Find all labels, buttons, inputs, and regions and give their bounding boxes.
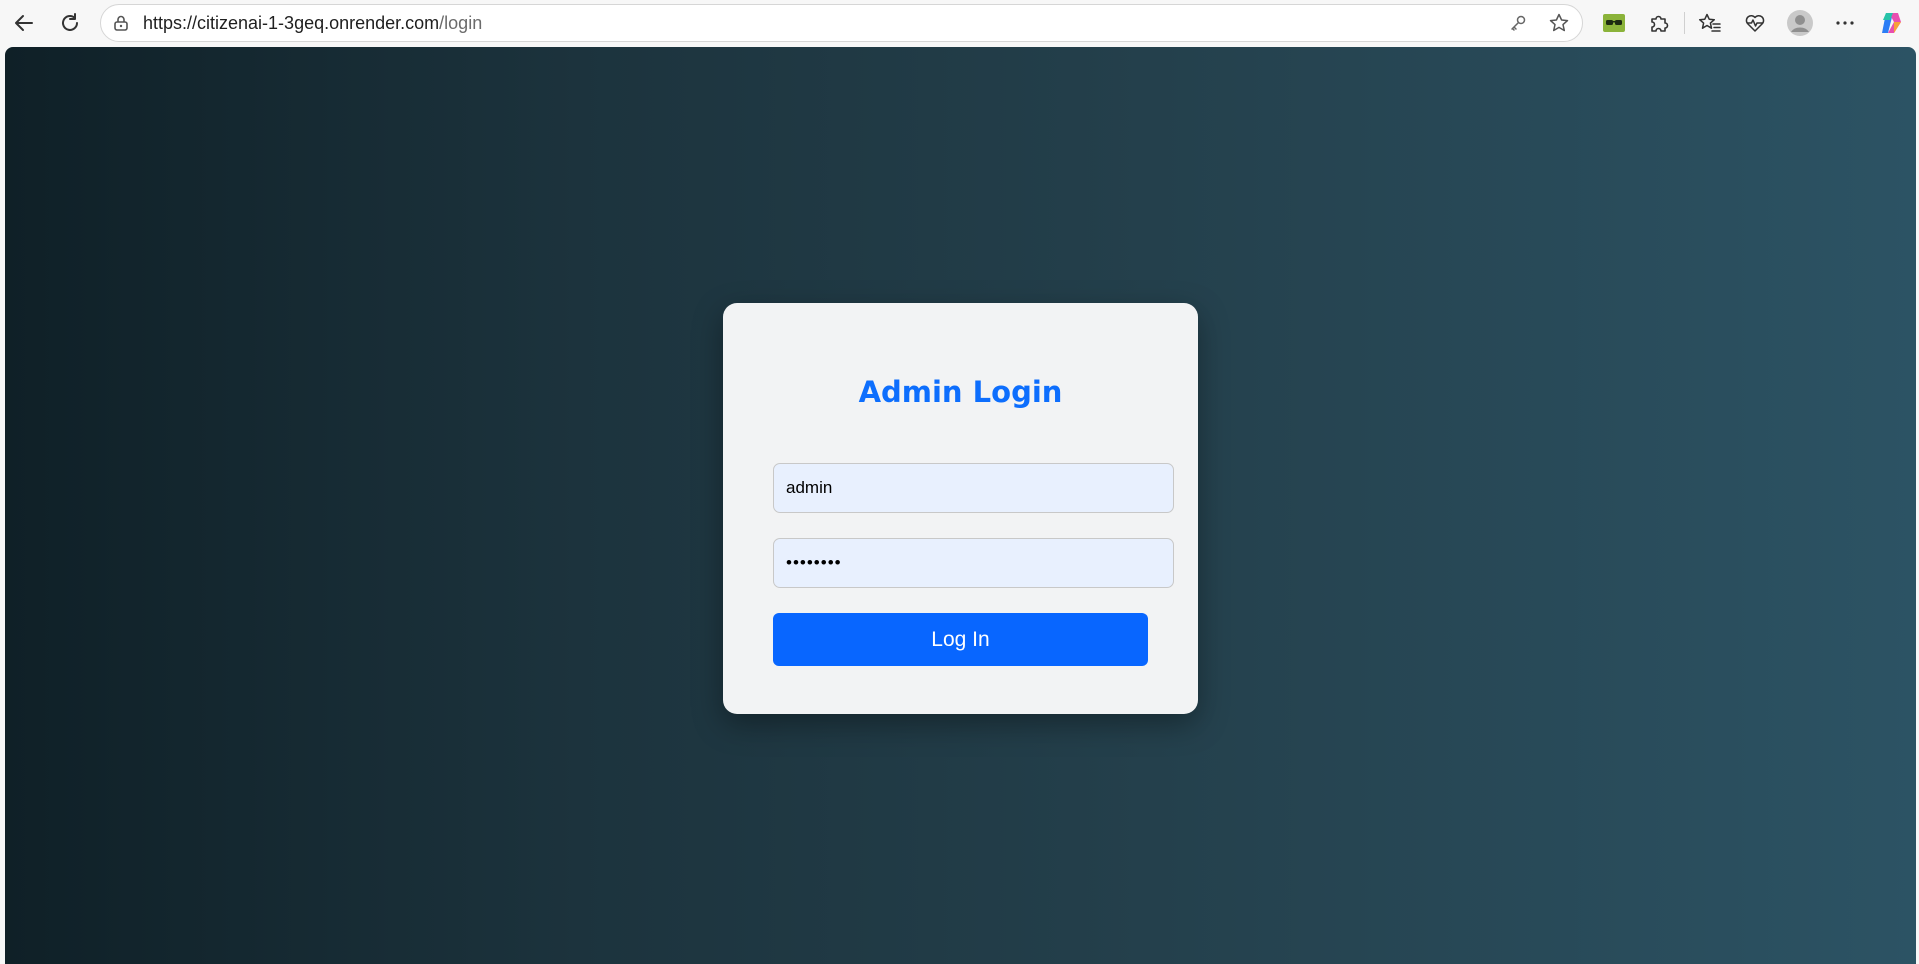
back-button[interactable] bbox=[7, 6, 41, 40]
profile-avatar-icon[interactable] bbox=[1783, 6, 1817, 40]
more-options-icon[interactable] bbox=[1828, 6, 1862, 40]
star-icon[interactable] bbox=[1548, 12, 1570, 34]
back-arrow-icon bbox=[15, 15, 33, 31]
url-path: /login bbox=[439, 13, 483, 33]
login-title: Admin Login bbox=[858, 375, 1063, 409]
browser-toolbar: https://citizenai-1-3geq.onrender.com/lo… bbox=[0, 0, 1919, 46]
browser-essentials-icon[interactable] bbox=[1738, 6, 1772, 40]
login-button[interactable]: Log In bbox=[773, 613, 1148, 666]
toolbar-separator bbox=[1684, 12, 1685, 34]
password-key-icon[interactable] bbox=[1507, 12, 1529, 34]
page-viewport: Admin Login Log In bbox=[5, 47, 1916, 964]
address-bar[interactable]: https://citizenai-1-3geq.onrender.com/lo… bbox=[100, 4, 1583, 42]
favorites-icon[interactable] bbox=[1693, 6, 1727, 40]
username-input[interactable] bbox=[773, 463, 1174, 513]
reload-icon bbox=[62, 13, 78, 31]
url-text[interactable]: https://citizenai-1-3geq.onrender.com/lo… bbox=[143, 5, 482, 41]
copilot-icon[interactable] bbox=[1874, 6, 1908, 40]
site-info-lock-icon[interactable] bbox=[111, 13, 131, 33]
puzzle-icon[interactable] bbox=[1642, 6, 1676, 40]
reload-button[interactable] bbox=[53, 6, 87, 40]
password-input[interactable] bbox=[773, 538, 1174, 588]
login-card: Admin Login Log In bbox=[723, 303, 1198, 714]
glasses-extension-icon[interactable] bbox=[1597, 6, 1631, 40]
url-host: https://citizenai-1-3geq.onrender.com bbox=[143, 13, 440, 33]
